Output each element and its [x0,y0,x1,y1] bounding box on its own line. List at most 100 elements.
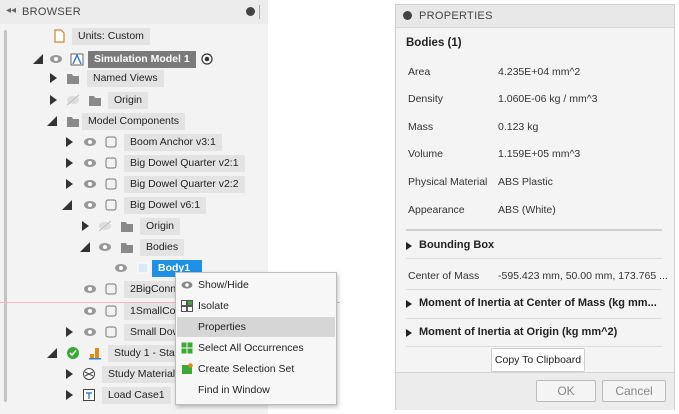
expand-triangle-icon[interactable] [66,158,73,168]
expand-arrow-icon [406,329,412,337]
eye-icon[interactable] [49,53,63,65]
folder-icon [89,96,101,106]
tree-item-label: Simulation Model 1 [88,51,196,68]
eye-icon[interactable] [114,262,128,274]
eye-hidden-icon[interactable] [98,220,112,232]
menu-item-show-hide[interactable]: Show/Hide [177,275,335,295]
activate-radio-icon[interactable] [200,52,214,66]
select-all-icon [181,342,193,354]
property-key: Center of Mass [408,270,480,282]
component-icon [105,199,117,211]
tree-item-label: Big Dowel Quarter v2:2 [124,176,245,193]
tree-item-big-dowel-quarter-1[interactable]: Big Dowel Quarter v2:1 [0,154,268,173]
expand-triangle-icon[interactable] [50,95,57,105]
expander-label: Bounding Box [419,239,495,251]
tree-item-label: Model Components [82,113,186,130]
tree-item-big-dowel[interactable]: Big Dowel v6:1 [0,196,268,215]
tree-item-label: Big Dowel v6:1 [124,197,207,214]
tree-item-bodies[interactable]: Bodies [0,238,268,257]
properties-panel: PROPERTIES Bodies (1) Area 4.235E+04 mm^… [395,4,675,410]
expand-triangle-icon[interactable] [66,369,73,379]
browser-title: BROWSER [22,6,81,18]
component-icon [105,326,117,338]
property-row-mass: Mass 0.123 kg [396,115,674,142]
menu-item-label: Show/Hide [198,279,249,291]
folder-icon [67,74,79,84]
tree-item-label: Units: Custom [72,28,150,45]
menu-item-create-selection-set[interactable]: Create Selection Set [177,359,335,379]
eye-icon[interactable] [83,305,97,317]
tree-item-model-components[interactable]: Model Components [0,112,268,131]
copy-to-clipboard-button[interactable]: Copy To Clipboard [491,348,585,372]
moment-center-expander[interactable]: Moment of Inertia at Center of Mass (kg … [396,293,674,315]
header-divider [259,5,260,19]
tree-item-label: Study Materials [102,366,187,383]
property-value: 1.159E+05 mm^3 [498,148,581,160]
tree-item-origin[interactable]: Origin [0,91,268,110]
tree-item-label: Origin [108,92,149,109]
eye-icon[interactable] [83,178,97,190]
expand-triangle-icon[interactable] [66,390,73,400]
eye-icon[interactable] [83,157,97,169]
pin-icon[interactable] [246,7,255,16]
expand-triangle-icon[interactable] [66,179,73,189]
expand-triangle-icon[interactable] [66,137,73,147]
menu-item-label: Isolate [198,300,229,312]
eye-icon[interactable] [98,241,112,253]
collapse-triangle-icon[interactable] [62,200,72,210]
tree-item-label: Origin [140,218,181,235]
expand-triangle-icon[interactable] [82,221,89,231]
properties-body: Bodies (1) Area 4.235E+04 mm^2 Density 1… [396,28,674,368]
tree-item-origin-sub[interactable]: Origin [0,217,268,236]
menu-item-properties[interactable]: Properties [177,317,335,337]
ok-button[interactable]: OK [536,380,596,402]
folder-icon [121,222,133,232]
tree-item-label: Boom Anchor v3:1 [124,134,222,151]
component-icon [105,178,117,190]
browser-header: ◂◂ BROWSER [0,0,268,25]
tree-item-named-views[interactable]: Named Views [0,69,268,88]
tree-item-label: Bodies [140,239,185,256]
tree-item-big-dowel-quarter-2[interactable]: Big Dowel Quarter v2:2 [0,175,268,194]
context-menu: Show/Hide Isolate Properties Select All … [175,272,337,405]
eye-hidden-icon[interactable] [66,94,80,106]
eye-icon[interactable] [83,283,97,295]
expand-triangle-icon[interactable] [50,73,57,83]
component-icon [105,136,117,148]
property-value: ABS (White) [498,204,556,216]
menu-item-isolate[interactable]: Isolate [177,296,335,316]
expand-triangle-icon[interactable] [66,327,73,337]
section-divider [406,289,662,290]
property-key: Area [408,66,431,78]
collapse-triangle-icon[interactable] [47,116,57,126]
collapse-triangle-icon[interactable] [33,54,43,64]
moment-origin-expander[interactable]: Moment of Inertia at Origin (kg mm^2) [396,322,674,344]
tree-item-units[interactable]: Units: Custom [0,27,268,46]
collapse-triangle-icon[interactable] [47,348,57,358]
collapse-triangle-icon[interactable] [80,242,90,252]
eye-icon [181,281,193,289]
tree-item-label: Load Case1 [102,387,171,404]
menu-item-label: Create Selection Set [198,363,295,375]
cancel-button[interactable]: Cancel [602,380,666,402]
property-key: Density [408,93,444,105]
menu-item-find-in-window[interactable]: Find in Window [177,380,335,400]
menu-item-label: Select All Occurrences [198,342,304,354]
tree-item-boom-anchor[interactable]: Boom Anchor v3:1 [0,133,268,152]
menu-item-select-all-occurrences[interactable]: Select All Occurrences [177,338,335,358]
property-key: Physical Material [408,176,488,188]
eye-icon[interactable] [83,326,97,338]
tree-item-label: Big Dowel Quarter v2:1 [124,155,245,172]
eye-icon[interactable] [83,136,97,148]
collapse-panel-icon[interactable]: ◂◂ [6,5,16,16]
section-divider [406,346,662,347]
bounding-box-expander[interactable]: Bounding Box [396,235,674,257]
pin-icon[interactable] [403,11,412,20]
section-title: Bodies (1) [406,37,462,49]
eye-icon[interactable] [83,199,97,211]
isolate-icon [181,300,193,312]
property-value: -595.423 mm, 50.00 mm, 173.765 ... [498,270,668,282]
tree-item-simulation-model[interactable]: Simulation Model 1 [0,50,268,69]
section-divider [406,258,662,259]
component-icon [105,283,117,295]
